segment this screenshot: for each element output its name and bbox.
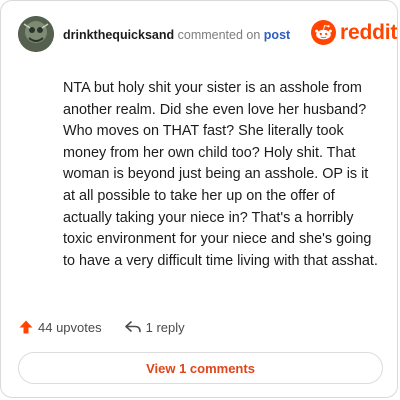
username-link[interactable]: drinkthequicksand: [63, 28, 174, 42]
comment-card: drinkthequicksand commented on post redd…: [0, 0, 398, 398]
action-bar: 44 upvotes 1 reply: [18, 319, 185, 335]
view-comments-button[interactable]: View 1 comments: [18, 352, 383, 384]
comment-header: drinkthequicksand commented on post: [63, 28, 290, 42]
avatar-image-icon: [18, 16, 54, 52]
upvote-count: 44 upvotes: [38, 319, 102, 335]
post-link[interactable]: post: [264, 28, 290, 42]
upvote-button[interactable]: 44 upvotes: [18, 319, 102, 335]
reddit-wordmark: reddit: [340, 20, 398, 44]
action-text: commented on: [177, 28, 261, 42]
view-comments-label: View 1 comments: [146, 360, 255, 376]
reply-button[interactable]: 1 reply: [124, 319, 185, 335]
reply-arrow-icon: [124, 321, 141, 333]
avatar[interactable]: [18, 16, 54, 52]
reddit-snoo-icon: [311, 20, 336, 45]
reply-count: 1 reply: [145, 319, 185, 335]
reddit-logo[interactable]: reddit: [311, 20, 397, 45]
upvote-arrow-icon: [19, 320, 33, 334]
comment-body: NTA but holy shit your sister is an assh…: [63, 80, 378, 269]
